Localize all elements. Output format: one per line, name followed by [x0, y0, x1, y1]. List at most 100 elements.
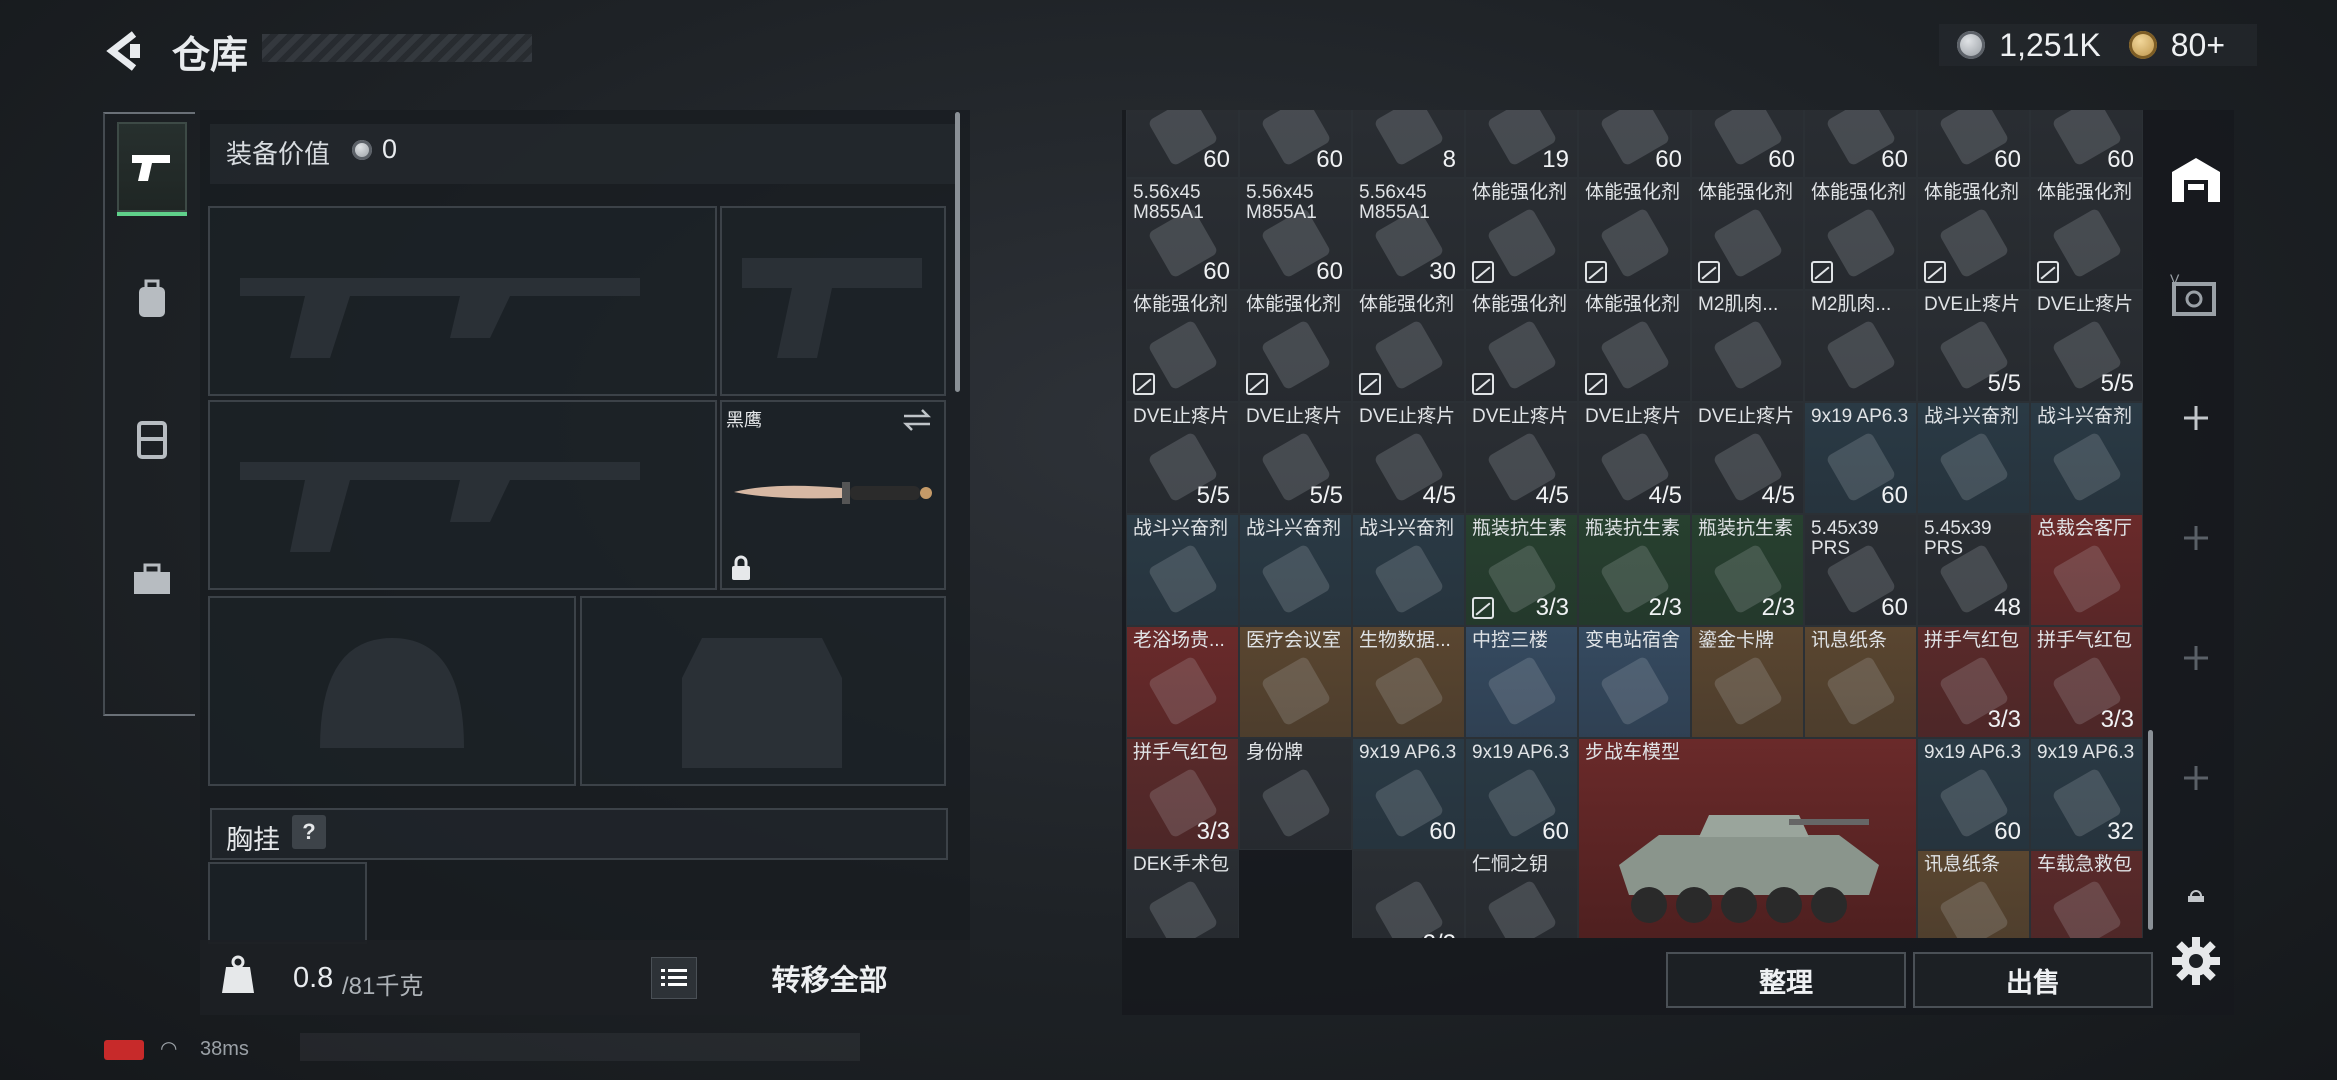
left-scrollbar[interactable] [955, 112, 960, 392]
inventory-cell[interactable]: 鎏金卡牌 [1691, 626, 1804, 738]
inventory-cell[interactable]: DVE止疼片 4/5 [1578, 402, 1691, 514]
inventory-cell[interactable]: 战斗兴奋剂 [1352, 514, 1465, 626]
inventory-cell[interactable]: DVE止疼片 4/5 [1691, 402, 1804, 514]
warehouse-icon[interactable] [2168, 154, 2224, 204]
inventory-cell[interactable]: M2肌肉... [1691, 290, 1804, 402]
tab-rig[interactable] [117, 394, 187, 484]
inventory-cell[interactable]: 9x19 AP6.3 60 [1465, 738, 1578, 850]
gold-amount[interactable]: 80+ [2171, 27, 2225, 64]
inventory-cell[interactable]: 体能强化剂 [1352, 290, 1465, 402]
inventory-cell[interactable]: 讯息纸条 [1917, 850, 2030, 938]
inventory-cell[interactable]: DVE止疼片 4/5 [1352, 402, 1465, 514]
inventory-cell[interactable]: 拼手气红包 3/3 [1126, 738, 1239, 850]
inventory-cell[interactable]: 战斗兴奋剂 [1239, 514, 1352, 626]
inventory-cell[interactable]: 讯息纸条 [1804, 626, 1917, 738]
inventory-cell[interactable]: 60 [1804, 110, 1917, 178]
inventory-cell[interactable]: 战斗兴奋剂 [2030, 402, 2143, 514]
add-icon[interactable] [2178, 640, 2214, 676]
inventory-cell[interactable]: 9x19 AP6.3 60 [1352, 738, 1465, 850]
inventory-cell[interactable]: 瓶装抗生素 3/3 [1465, 514, 1578, 626]
inventory-cell[interactable]: 60 [1691, 110, 1804, 178]
inventory-cell[interactable]: 体能强化剂 [1465, 290, 1578, 402]
item-name: 体能强化剂 [1133, 294, 1229, 315]
inventory-cell[interactable]: DVE止疼片 4/5 [1465, 402, 1578, 514]
inventory-cell[interactable]: 体能强化剂 [1239, 290, 1352, 402]
tab-weapons[interactable] [117, 122, 187, 216]
inventory-cell[interactable]: 车载急救包 [2030, 850, 2143, 938]
inventory-cell-large[interactable]: 步战车模型 [1578, 738, 1917, 938]
swap-icon[interactable] [902, 408, 932, 432]
item-count: 48 [1994, 594, 2021, 621]
inventory-cell[interactable]: 9x19 AP6.3 60 [1804, 402, 1917, 514]
inventory-cell[interactable]: 体能强化剂 [1578, 178, 1691, 290]
inventory-cell[interactable]: 60 [1126, 110, 1239, 178]
inventory-cell[interactable]: 身份牌 [1239, 738, 1352, 850]
item-name: 体能强化剂 [1472, 294, 1568, 315]
inventory-cell[interactable]: 9x19 AP6.3 60 [1917, 738, 2030, 850]
help-icon[interactable]: ? [292, 815, 326, 849]
inventory-cell[interactable]: 8 [1352, 110, 1465, 178]
helmet-slot[interactable] [208, 596, 576, 786]
inventory-cell[interactable]: 战斗兴奋剂 [1917, 402, 2030, 514]
inventory-cell[interactable]: 医疗会议室 [1239, 626, 1352, 738]
inventory-cell[interactable]: 拼手气红包 3/3 [2030, 626, 2143, 738]
grid-scrollbar[interactable] [2148, 730, 2153, 930]
inventory-cell[interactable]: 60 [1239, 110, 1352, 178]
settings-gear-icon[interactable] [2170, 935, 2222, 987]
tab-backpack[interactable] [117, 254, 187, 344]
inventory-cell[interactable]: 60 [1578, 110, 1691, 178]
inventory-cell[interactable]: 5.56x45 M855A1 30 [1352, 178, 1465, 290]
item-count: 5/5 [1309, 482, 1343, 509]
lock-icon[interactable] [2180, 880, 2212, 912]
secondary-weapon-slot[interactable] [208, 400, 717, 590]
inventory-cell[interactable]: 瓶装抗生素 2/3 [1691, 514, 1804, 626]
inventory-cell[interactable]: 变电站宿舍 [1578, 626, 1691, 738]
inventory-cell[interactable]: DVE止疼片 5/5 [1917, 290, 2030, 402]
inventory-cell[interactable]: 中控三楼 [1465, 626, 1578, 738]
armor-slot[interactable] [580, 596, 946, 786]
inventory-cell[interactable]: 总裁会客厅 [2030, 514, 2143, 626]
inventory-cell[interactable]: 仁恫之钥 [1465, 850, 1578, 938]
inventory-cell[interactable]: 体能强化剂 [1917, 178, 2030, 290]
inventory-cell[interactable]: 60 [1917, 110, 2030, 178]
add-icon[interactable] [2178, 400, 2214, 436]
inventory-cell[interactable]: DEK手术包 [1126, 850, 1239, 938]
inventory-cell[interactable]: 体能强化剂 [1126, 290, 1239, 402]
inventory-cell[interactable]: 瓶装抗生素 2/3 [1578, 514, 1691, 626]
add-icon[interactable] [2178, 520, 2214, 556]
sell-button[interactable]: 出售 [1913, 952, 2153, 1008]
inventory-cell[interactable]: 19 [1465, 110, 1578, 178]
inventory-cell[interactable]: DVE止疼片 5/5 [2030, 290, 2143, 402]
inventory-cell[interactable]: DVE止疼片 5/5 [1239, 402, 1352, 514]
tab-toolbox[interactable] [117, 534, 187, 624]
inventory-cell[interactable]: 体能强化剂 [2030, 178, 2143, 290]
list-view-button[interactable] [651, 957, 697, 999]
add-icon[interactable] [2178, 760, 2214, 796]
back-arrow-icon[interactable] [100, 28, 146, 74]
inventory-cell[interactable]: 2/2 [1352, 850, 1465, 938]
inventory-cell[interactable]: 60 [2030, 110, 2143, 178]
inventory-cell[interactable]: 体能强化剂 [1804, 178, 1917, 290]
inventory-cell[interactable]: 9x19 AP6.3 32 [2030, 738, 2143, 850]
inventory-cell[interactable]: 拼手气红包 3/3 [1917, 626, 2030, 738]
pistol-slot[interactable] [720, 206, 946, 396]
inventory-cell[interactable]: M2肌肉... [1804, 290, 1917, 402]
inventory-cell[interactable]: 体能强化剂 [1578, 290, 1691, 402]
rifle-silhouette-icon [240, 462, 640, 552]
chest-rig-slot[interactable] [208, 862, 367, 944]
primary-weapon-slot[interactable] [208, 206, 717, 396]
inventory-cell[interactable]: 5.56x45 M855A1 60 [1126, 178, 1239, 290]
transfer-all-button[interactable]: 转移全部 [712, 950, 947, 1006]
inventory-cell[interactable]: 生物数据... [1352, 626, 1465, 738]
inventory-cell[interactable]: 5.45x39 PRS 48 [1917, 514, 2030, 626]
inventory-cell[interactable]: 体能强化剂 [1691, 178, 1804, 290]
inventory-cell[interactable]: 老浴场贵... [1126, 626, 1239, 738]
inventory-cell[interactable]: 战斗兴奋剂 [1126, 514, 1239, 626]
inventory-cell[interactable]: 体能强化剂 [1465, 178, 1578, 290]
equipment-value-label: 装备价值 [226, 139, 331, 169]
inventory-cell[interactable]: 5.45x39 PRS 60 [1804, 514, 1917, 626]
vault-icon[interactable]: V [2168, 270, 2224, 320]
inventory-cell[interactable]: DVE止疼片 5/5 [1126, 402, 1239, 514]
sort-button[interactable]: 整理 [1666, 952, 1906, 1008]
inventory-cell[interactable]: 5.56x45 M855A1 60 [1239, 178, 1352, 290]
